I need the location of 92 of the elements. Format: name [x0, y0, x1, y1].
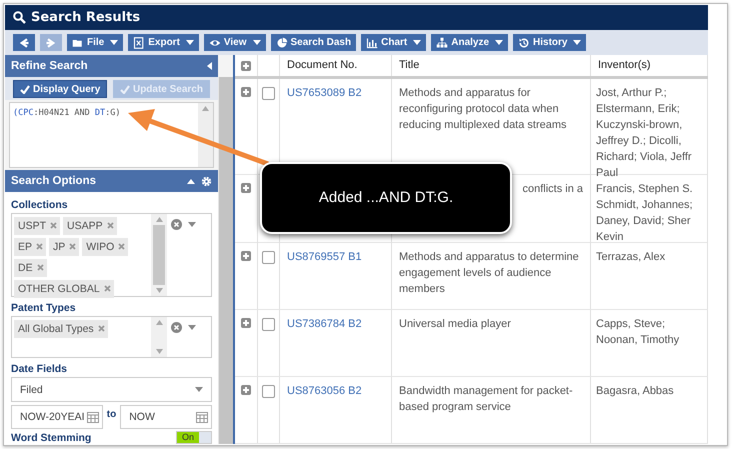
- check-icon: [20, 84, 30, 94]
- filter-tag: EP: [14, 238, 46, 256]
- inventor-cell-text: Capps, Steve; Noonan, Timothy: [596, 317, 680, 348]
- title-cell: Universal media player: [392, 310, 591, 376]
- inventor-cell-text: Bagasra, Abbas: [596, 384, 675, 399]
- title-cell: Methods and apparatus to determine engagement levels of audience members: [392, 243, 591, 309]
- clear-icon[interactable]: [171, 322, 182, 333]
- remove-icon[interactable]: [36, 264, 44, 271]
- row-checkbox[interactable]: [262, 385, 275, 398]
- inventor-cell-text: Jost, Arthur P.; Elstermann, Erik; Kuczynski-brown, Jeffrey D.; Dicolli, Richard; Viola, Jeffr Paul: [596, 86, 693, 181]
- bar-chart-icon: [366, 36, 378, 48]
- remove-icon[interactable]: [98, 325, 105, 332]
- scroll-down-icon[interactable]: [156, 288, 162, 293]
- hierarchy-icon: [436, 36, 448, 48]
- toggle-switch[interactable]: On: [176, 431, 212, 444]
- collapse-icon[interactable]: [187, 178, 195, 184]
- field-label: Date Fields: [11, 363, 68, 375]
- to-label: to: [106, 408, 116, 420]
- document-link[interactable]: US7386784 B2: [287, 318, 362, 330]
- callout-note: Added ...AND DT:G.: [260, 162, 512, 234]
- column-header[interactable]: Document No.: [280, 55, 392, 76]
- panel-title: Refine Search: [11, 60, 88, 72]
- field-label: Word Stemming: [11, 432, 92, 444]
- filter-tag: WIPO: [82, 238, 128, 256]
- window-title: Search Results: [31, 10, 140, 25]
- spreadsheet-icon: [133, 36, 146, 48]
- filter-tag: OTHER GLOBAL: [14, 280, 114, 298]
- settings-icon[interactable]: [201, 176, 212, 186]
- filter-tag: DE: [14, 259, 47, 277]
- inventor-cell-text: Terrazas, Alex: [596, 250, 666, 265]
- scrollbar[interactable]: [218, 77, 233, 444]
- scroll-down-icon[interactable]: [156, 349, 162, 354]
- toolbar-button[interactable]: History: [513, 34, 586, 51]
- dropdown-caret-icon[interactable]: [188, 222, 196, 227]
- toolbar-button[interactable]: View: [204, 34, 266, 51]
- scroll-up-icon[interactable]: [202, 106, 209, 111]
- multiselect-field[interactable]: USPT USAPP EP JP WIPO DE OTHER GLOBAL: [11, 213, 212, 297]
- filter-tag: USPT: [14, 217, 60, 235]
- toolbar-button[interactable]: Export: [128, 34, 199, 51]
- toolbar-button[interactable]: File: [67, 34, 124, 51]
- filter-tag: JP: [49, 238, 80, 256]
- toolbar-button[interactable]: Chart: [361, 34, 426, 51]
- check-icon: [120, 84, 130, 94]
- remove-icon[interactable]: [104, 285, 111, 292]
- panel-title: Search Options: [11, 175, 96, 187]
- remove-icon[interactable]: [118, 243, 126, 250]
- expand-all-icon[interactable]: [241, 61, 251, 71]
- row-checkbox[interactable]: [262, 251, 275, 264]
- row-checkbox[interactable]: [262, 318, 275, 331]
- pie-chart-icon: [276, 36, 288, 48]
- search-icon: [13, 11, 26, 24]
- dropdown-caret-icon[interactable]: [188, 325, 196, 330]
- clear-icon[interactable]: [171, 219, 182, 230]
- date-field-select[interactable]: Filed: [11, 377, 212, 402]
- remove-icon[interactable]: [50, 222, 58, 229]
- query-text: (CPC:H04N21 AND DT:G): [12, 107, 122, 120]
- title-cell: Bandwidth management for packet-based program service: [392, 377, 591, 443]
- collapse-icon[interactable]: [207, 62, 212, 70]
- field-label: Patent Types: [11, 302, 77, 314]
- calendar-icon[interactable]: [86, 411, 99, 423]
- dropdown-caret-icon: [195, 387, 203, 392]
- query-button[interactable]: Display Query: [13, 80, 108, 98]
- remove-icon[interactable]: [36, 243, 44, 250]
- history-icon: [518, 36, 530, 48]
- expand-row-icon[interactable]: [241, 86, 251, 97]
- to-date-field[interactable]: NOW: [120, 405, 212, 429]
- expand-row-icon[interactable]: [241, 183, 251, 194]
- column-header[interactable]: Title: [392, 55, 591, 76]
- filter-tag: All Global Types: [14, 320, 108, 338]
- document-link[interactable]: US7653089 B2: [287, 86, 362, 99]
- toolbar-button[interactable]: Search Dash: [270, 34, 356, 51]
- from-date-field[interactable]: NOW-20YEAI: [11, 405, 103, 429]
- document-link[interactable]: US8763056 B2: [287, 385, 362, 397]
- calendar-icon[interactable]: [196, 411, 208, 423]
- query-field[interactable]: (CPC:H04N21 AND DT:G): [9, 102, 214, 168]
- column-header[interactable]: Inventor(s): [591, 55, 708, 76]
- scroll-up-icon[interactable]: [156, 217, 162, 222]
- expand-row-icon[interactable]: [241, 385, 251, 395]
- remove-icon[interactable]: [69, 243, 76, 250]
- expand-row-icon[interactable]: [241, 318, 251, 328]
- row-checkbox[interactable]: [262, 86, 275, 100]
- field-label: Collections: [11, 199, 69, 211]
- multiselect-field[interactable]: All Global Types: [11, 316, 212, 358]
- inventor-cell-text: Francis, Stephen S. Schmidt, Johannes; Daney, David; Sher Kevin: [596, 182, 694, 246]
- document-link[interactable]: US8769557 B1: [287, 251, 362, 263]
- toolbar-button[interactable]: Analyze: [431, 34, 508, 51]
- filter-tag: USAPP: [63, 217, 117, 235]
- title-cell: conflicts in a: [522, 183, 583, 196]
- scroll-up-icon[interactable]: [156, 320, 162, 325]
- remove-icon[interactable]: [106, 222, 114, 229]
- scrollbar-thumb[interactable]: [153, 225, 165, 285]
- expand-row-icon[interactable]: [241, 251, 251, 261]
